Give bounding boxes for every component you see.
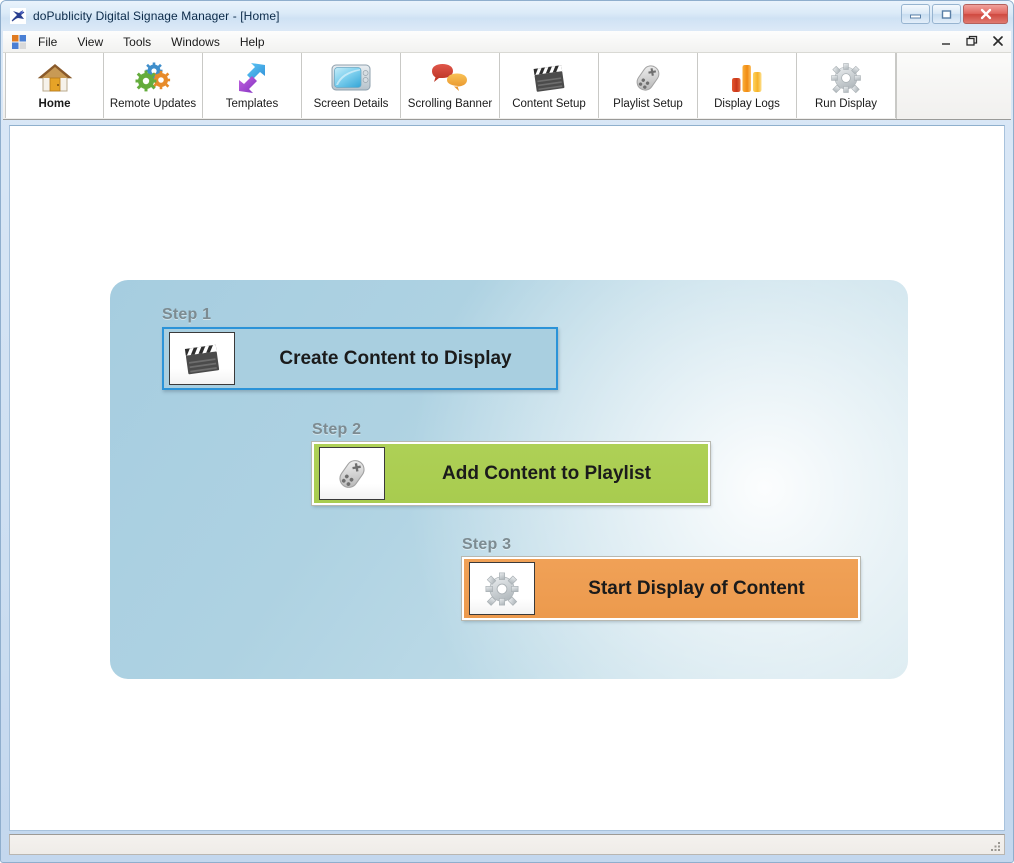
toolbar-button-scrolling-banner[interactable]: Scrolling Banner	[401, 53, 500, 118]
add-content-to-playlist-button[interactable]: Add Content to Playlist	[311, 441, 711, 506]
game-remote-icon	[627, 60, 669, 96]
house-icon	[34, 60, 76, 96]
step-3-label: Step 3	[462, 536, 512, 553]
step-2-action-label: Add Content to Playlist	[442, 462, 651, 484]
toolbar-label-templates: Templates	[225, 98, 279, 110]
television-icon	[330, 60, 372, 96]
toolbar-label-content-setup: Content Setup	[512, 98, 586, 110]
step-2-label: Step 2	[312, 421, 362, 438]
game-remote-icon	[319, 447, 385, 500]
toolbar-label-home: Home	[38, 98, 71, 110]
step-3-block: Step 3 Start Display of Content	[461, 536, 861, 621]
window-maximize-button[interactable]	[932, 4, 961, 24]
toolbar-empty-space	[896, 53, 1011, 119]
menu-item-file[interactable]: File	[29, 32, 66, 52]
application-window: doPublicity Digital Signage Manager - [H…	[0, 0, 1014, 863]
toolbar-button-screen-details[interactable]: Screen Details	[302, 53, 401, 118]
window-minimize-button[interactable]	[901, 4, 930, 24]
step-2-block: Step 2 Add Content to Playlist	[311, 421, 711, 506]
home-steps-panel: Step 1 Create Content to Display Step 2 …	[110, 280, 908, 679]
mdi-client-area: Step 1 Create Content to Display Step 2 …	[9, 125, 1005, 831]
arrows-swap-icon	[231, 60, 273, 96]
gears-icon	[132, 60, 174, 96]
toolbar-label-run-display: Run Display	[815, 98, 877, 110]
toolbar-label-playlist-setup: Playlist Setup	[613, 98, 683, 110]
window-close-button[interactable]	[963, 4, 1008, 24]
menu-item-windows[interactable]: Windows	[162, 32, 229, 52]
toolbar-label-remote-updates: Remote Updates	[109, 98, 197, 110]
mdi-restore-button[interactable]	[965, 32, 979, 50]
toolbar-button-templates[interactable]: Templates	[203, 53, 302, 118]
clapperboard-icon	[528, 60, 570, 96]
toolbar-button-content-setup[interactable]: Content Setup	[500, 53, 599, 118]
speech-bubbles-icon	[429, 60, 471, 96]
toolbar-button-remote-updates[interactable]: Remote Updates	[104, 53, 203, 118]
gear-icon	[825, 60, 867, 96]
start-display-of-content-button[interactable]: Start Display of Content	[461, 556, 861, 621]
create-content-to-display-button[interactable]: Create Content to Display	[162, 327, 558, 390]
bar-chart-icon	[726, 60, 768, 96]
mdi-minimize-button[interactable]	[939, 32, 953, 50]
resize-grip-icon[interactable]	[988, 839, 1002, 853]
menu-item-help[interactable]: Help	[231, 32, 274, 52]
app-logo-icon	[10, 7, 26, 24]
toolbar-button-playlist-setup[interactable]: Playlist Setup	[599, 53, 698, 118]
toolbar-button-run-display[interactable]: Run Display	[797, 53, 896, 118]
status-bar	[9, 834, 1005, 855]
window-controls	[901, 4, 1008, 24]
menu-bar: File View Tools Windows Help	[3, 31, 1011, 53]
menu-item-tools[interactable]: Tools	[114, 32, 160, 52]
toolbar-label-display-logs: Display Logs	[714, 98, 780, 110]
title-bar[interactable]: doPublicity Digital Signage Manager - [H…	[1, 1, 1013, 30]
menu-item-view[interactable]: View	[68, 32, 112, 52]
step-3-action-label: Start Display of Content	[588, 577, 805, 599]
window-title: doPublicity Digital Signage Manager - [H…	[33, 8, 280, 23]
mdi-system-icon[interactable]	[11, 34, 27, 50]
step-1-label: Step 1	[162, 306, 212, 323]
main-toolbar: Home Remote Updates Templates Screen Det…	[3, 53, 1011, 120]
toolbar-label-screen-details: Screen Details	[313, 98, 389, 110]
step-1-block: Step 1 Create Content to Display	[162, 306, 558, 390]
step-1-action-label: Create Content to Display	[279, 347, 512, 369]
mdi-close-button[interactable]	[991, 32, 1005, 50]
mdi-window-controls	[939, 32, 1005, 50]
toolbar-label-scrolling-banner: Scrolling Banner	[407, 98, 493, 110]
toolbar-button-display-logs[interactable]: Display Logs	[698, 53, 797, 118]
gear-icon	[469, 562, 535, 615]
clapperboard-icon	[169, 332, 235, 385]
toolbar-button-home[interactable]: Home	[5, 53, 104, 118]
